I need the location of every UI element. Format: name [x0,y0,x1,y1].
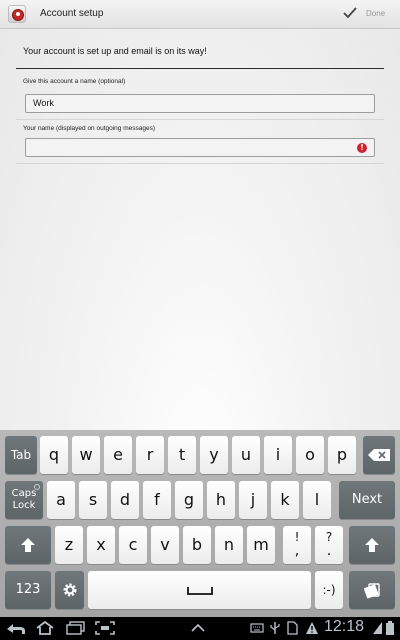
key-period-label: . [326,543,332,559]
key-j[interactable]: j [239,481,267,519]
key-exclaim-comma[interactable]: ! , [283,526,311,564]
battery-icon [386,621,394,635]
back-icon[interactable] [6,621,26,635]
key-x[interactable]: x [87,526,115,564]
key-shift-left[interactable] [5,526,51,564]
key-z[interactable]: z [55,526,83,564]
setup-complete-message: Your account is set up and email is on i… [23,46,207,56]
warning-icon [306,622,318,634]
key-v[interactable]: v [151,526,179,564]
key-question-period[interactable]: ? . [315,526,343,564]
key-comma-label: , [294,543,300,559]
key-i[interactable]: i [264,436,292,474]
system-nav-bar: 12:18 [0,617,400,640]
key-r[interactable]: r [136,436,164,474]
chevron-up-icon[interactable] [191,624,205,632]
caps-line-2: Lock [12,500,36,511]
screenshot-icon[interactable] [95,621,115,635]
key-f[interactable]: f [143,481,171,519]
key-p[interactable]: p [328,436,356,474]
key-q[interactable]: q [40,436,68,474]
key-k[interactable]: k [271,481,299,519]
screen-title: Account setup [40,8,104,19]
home-icon[interactable] [35,621,55,635]
key-a[interactable]: a [47,481,75,519]
key-d[interactable]: d [111,481,139,519]
key-tab[interactable]: Tab [5,436,37,474]
your-name-input[interactable] [25,138,375,157]
key-l[interactable]: l [303,481,331,519]
key-smiley[interactable]: :-) [315,571,343,609]
key-backspace[interactable] [363,436,395,474]
key-e[interactable]: e [104,436,132,474]
clipboard-icon [363,583,380,599]
key-o[interactable]: o [296,436,324,474]
key-numbers[interactable]: 123 [5,571,51,609]
key-space[interactable] [88,571,311,609]
key-w[interactable]: w [72,436,100,474]
usb-icon [270,622,280,634]
key-t[interactable]: t [168,436,196,474]
shift-icon [365,538,379,552]
space-icon [186,587,213,595]
sim-card-icon [287,621,298,635]
field-divider [16,163,384,164]
your-name-label: Your name (displayed on outgoing message… [23,125,156,132]
key-caps-lock[interactable]: Caps Lock [5,481,43,519]
signal-icon [373,622,382,634]
field-divider [16,119,384,120]
done-label: Done [366,9,386,18]
done-button[interactable]: Done [340,0,400,29]
soft-keyboard: Tab q w e r t y u i o p Caps Lock a s d … [0,430,400,617]
key-shift-right[interactable] [349,526,395,564]
action-bar: Account setup Done [0,0,400,29]
key-question-label: ? [325,530,333,544]
email-app-icon[interactable] [8,5,26,23]
key-m[interactable]: m [247,526,275,564]
key-n[interactable]: n [215,526,243,564]
error-icon: ! [357,143,367,153]
key-y[interactable]: y [200,436,228,474]
key-clipboard[interactable] [349,571,395,609]
keyboard-indicator-icon [250,623,264,633]
status-clock: 12:18 [324,618,365,635]
key-exclaim-label: ! [294,530,300,544]
caps-indicator-icon [34,484,40,490]
gear-icon [63,583,76,597]
checkmark-icon [343,7,357,19]
key-next[interactable]: Next [339,481,395,519]
key-h[interactable]: h [207,481,235,519]
key-b[interactable]: b [183,526,211,564]
key-g[interactable]: g [175,481,203,519]
key-c[interactable]: c [119,526,147,564]
key-u[interactable]: u [232,436,260,474]
backspace-icon [368,449,390,461]
header-divider [16,68,384,69]
account-name-input[interactable]: Work [25,94,375,113]
account-name-label: Give this account a name (optional) [23,78,126,85]
key-settings[interactable] [55,571,84,609]
key-s[interactable]: s [79,481,107,519]
shift-icon [21,538,35,552]
recent-apps-icon[interactable] [66,621,86,635]
